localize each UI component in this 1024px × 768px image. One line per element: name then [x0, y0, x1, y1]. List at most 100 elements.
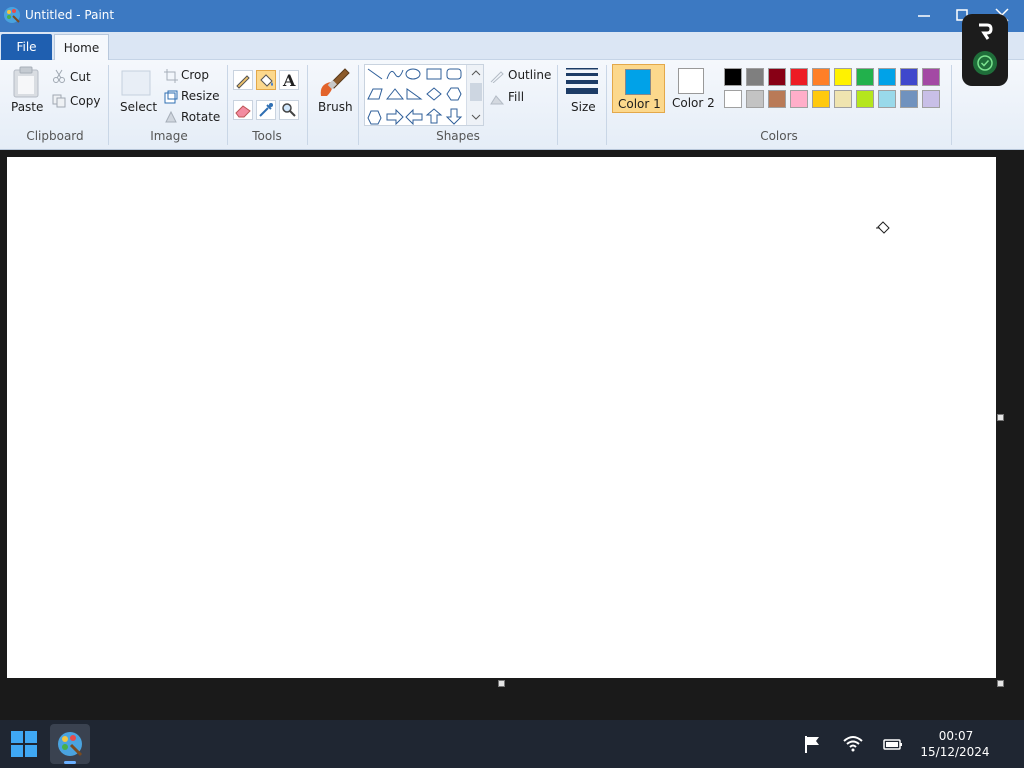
windows-start-icon[interactable] [8, 728, 40, 760]
separator [606, 65, 607, 145]
taskbar [0, 720, 1024, 768]
pencil-icon [236, 75, 250, 89]
palette-swatch[interactable] [900, 68, 918, 86]
palette-swatch[interactable] [768, 68, 786, 86]
palette-swatch[interactable] [834, 68, 852, 86]
tab-file[interactable]: File [1, 34, 52, 60]
color1-label: Color 1 [618, 97, 661, 111]
palette-swatch[interactable] [878, 68, 896, 86]
separator [358, 65, 359, 145]
size-button[interactable]: Size [571, 100, 596, 114]
check-circle-icon [973, 51, 997, 75]
fill-tool[interactable] [256, 70, 276, 90]
color2-swatch [678, 68, 704, 94]
fill-cursor-icon [876, 221, 890, 234]
brushes-button[interactable]: Brush [318, 100, 353, 114]
pencil-tool[interactable] [233, 70, 253, 90]
color-picker-tool[interactable] [256, 100, 276, 120]
clock-date[interactable]: 15/12/2024 [915, 745, 995, 759]
drawing-canvas[interactable] [7, 157, 996, 678]
paint-app-icon [4, 7, 20, 23]
eraser-tool[interactable] [233, 100, 253, 120]
palette-swatch[interactable] [922, 90, 940, 108]
separator [951, 65, 952, 145]
magnifier-icon [282, 103, 296, 117]
overlay-widget[interactable] [962, 14, 1008, 86]
minimize-button[interactable] [914, 5, 934, 25]
rotate-icon [165, 110, 177, 123]
palette-swatch[interactable] [812, 90, 830, 108]
palette-swatch[interactable] [922, 68, 940, 86]
tab-home[interactable]: Home [54, 34, 109, 61]
window-title: Untitled - Paint [25, 8, 115, 22]
crop-button[interactable]: Crop [181, 68, 209, 82]
brush-icon [320, 68, 350, 96]
crop-icon [164, 69, 178, 83]
svg-text:A: A [282, 71, 296, 89]
screen: Untitled - Paint File Home Paste Cut Cop… [0, 0, 1024, 768]
copy-button[interactable]: Copy [70, 94, 100, 108]
separator [227, 65, 228, 145]
ribbon-tab-strip: File Home [0, 32, 1024, 61]
palette-swatch[interactable] [790, 90, 808, 108]
paste-button[interactable]: Paste [11, 100, 43, 114]
title-bar: Untitled - Paint [0, 0, 1024, 32]
clipboard-group-label: Clipboard [26, 129, 84, 143]
resize-handle-bottom[interactable] [498, 680, 505, 687]
text-tool[interactable]: A [279, 70, 299, 90]
paint-taskbar-icon [58, 732, 83, 757]
separator [108, 65, 109, 145]
separator [557, 65, 558, 145]
color-palette [724, 68, 946, 112]
paint-bucket-icon [260, 74, 273, 87]
eyedropper-icon [259, 103, 273, 117]
colors-group-label: Colors [760, 129, 798, 143]
battery-icon[interactable] [882, 733, 904, 755]
scroll-arrows-icon [470, 70, 482, 120]
outline-icon [490, 71, 504, 83]
active-indicator [64, 761, 76, 764]
palette-swatch[interactable] [856, 90, 874, 108]
image-group-label: Image [150, 129, 188, 143]
taskbar-paint-button[interactable] [50, 724, 90, 764]
select-icon [121, 70, 151, 96]
outline-button[interactable]: Outline [508, 68, 551, 82]
fill-icon [490, 95, 505, 105]
palette-swatch[interactable] [878, 90, 896, 108]
palette-swatch[interactable] [900, 90, 918, 108]
palette-swatch[interactable] [790, 68, 808, 86]
rotate-button[interactable]: Rotate [181, 110, 220, 124]
palette-swatch[interactable] [746, 68, 764, 86]
separator [307, 65, 308, 145]
copy-icon [52, 94, 66, 108]
color2-label: Color 2 [672, 96, 715, 110]
eraser-icon [235, 105, 251, 118]
palette-swatch[interactable] [834, 90, 852, 108]
ribbon: Paste Cut Copy Clipboard Select Crop Res… [0, 60, 1024, 150]
palette-swatch[interactable] [724, 68, 742, 86]
clock-time[interactable]: 00:07 [922, 729, 990, 743]
shapes-scrollbar[interactable] [466, 65, 483, 125]
shapes-group-label: Shapes [436, 129, 480, 143]
color1-button[interactable]: Color 1 [612, 64, 665, 113]
flag-icon[interactable] [802, 733, 824, 755]
palette-swatch[interactable] [856, 68, 874, 86]
resize-handle-corner[interactable] [997, 680, 1004, 687]
magnifier-tool[interactable] [279, 100, 299, 120]
palette-swatch[interactable] [746, 90, 764, 108]
color1-swatch [625, 69, 651, 95]
resize-handle-right[interactable] [997, 414, 1004, 421]
cut-icon [53, 69, 65, 83]
paste-icon [13, 66, 39, 98]
palette-swatch[interactable] [768, 90, 786, 108]
select-button[interactable]: Select [120, 100, 157, 114]
fill-button[interactable]: Fill [508, 90, 524, 104]
cut-button[interactable]: Cut [70, 70, 91, 84]
overlay-logo-icon [979, 23, 993, 40]
color2-button[interactable]: Color 2 [668, 64, 718, 113]
resize-button[interactable]: Resize [181, 89, 219, 103]
palette-swatch[interactable] [812, 68, 830, 86]
size-icon [566, 68, 598, 94]
palette-swatch[interactable] [724, 90, 742, 108]
wifi-icon[interactable] [842, 733, 864, 755]
